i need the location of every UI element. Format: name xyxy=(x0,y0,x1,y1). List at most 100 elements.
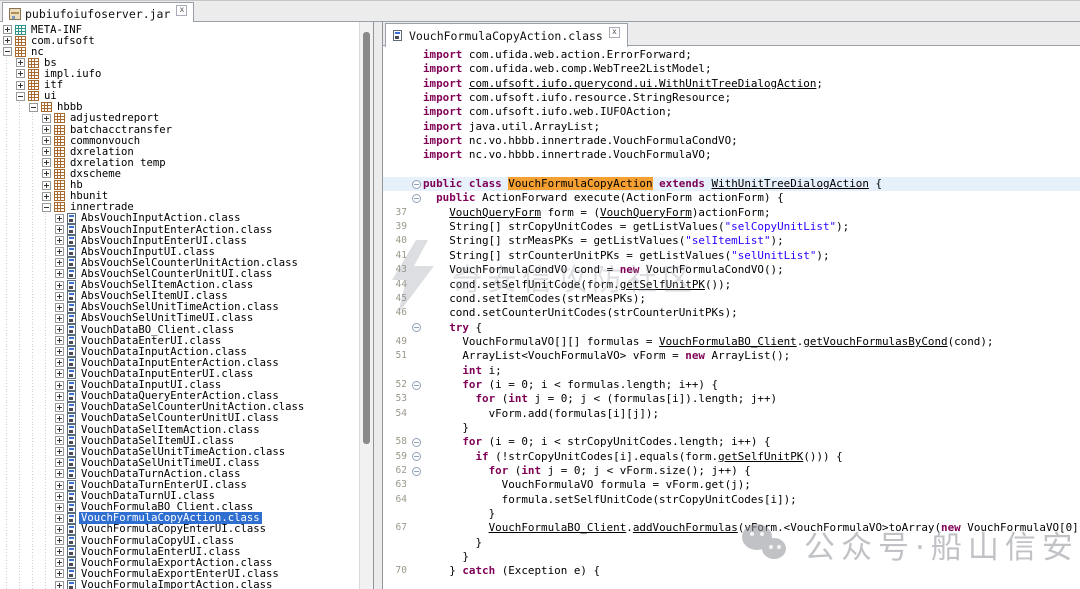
fold-collapse-icon[interactable] xyxy=(412,180,421,189)
tree-item[interactable]: dxrelation xyxy=(2,146,359,157)
close-icon[interactable]: x xyxy=(176,5,187,16)
tree-item[interactable]: VouchDataSelCounterUnitUI.class xyxy=(2,413,359,424)
expand-icon[interactable] xyxy=(16,81,25,90)
tree-item[interactable]: AbsVouchSelCounterUnitAction.class xyxy=(2,257,359,268)
tree-item[interactable]: dxscheme xyxy=(2,168,359,179)
tree-item[interactable]: VouchDataInputUI.class xyxy=(2,380,359,391)
tree-scrollbar-thumb[interactable] xyxy=(363,32,370,444)
tree-item[interactable]: AbsVouchSelUnitTimeAction.class xyxy=(2,302,359,313)
tree-item[interactable]: VouchFormulaCopyEnterUI.class xyxy=(2,524,359,535)
expand-icon[interactable] xyxy=(55,514,64,523)
decompiler-link[interactable]: addVouchFormulas xyxy=(633,521,738,534)
tree-item[interactable]: hbbb xyxy=(2,102,359,113)
expand-icon[interactable] xyxy=(55,503,64,512)
tree-item[interactable]: VouchDataBO_Client.class xyxy=(2,324,359,335)
expand-icon[interactable] xyxy=(55,381,64,390)
tree-item[interactable]: bs xyxy=(2,57,359,68)
expand-icon[interactable] xyxy=(55,225,64,234)
tree-item[interactable]: VouchDataSelItemUI.class xyxy=(2,435,359,446)
expand-icon[interactable] xyxy=(55,447,64,456)
expand-icon[interactable] xyxy=(55,403,64,412)
decompiler-link[interactable]: getSelfUnitPK xyxy=(620,278,705,291)
collapse-icon[interactable] xyxy=(3,47,12,56)
tree-item[interactable]: VouchFormulaImportAction.class xyxy=(2,579,359,589)
tree-item[interactable]: AbsVouchSelItemAction.class xyxy=(2,280,359,291)
tree-item[interactable]: hbunit xyxy=(2,191,359,202)
expand-icon[interactable] xyxy=(42,136,51,145)
expand-icon[interactable] xyxy=(55,347,64,356)
expand-icon[interactable] xyxy=(55,358,64,367)
fold-collapse-icon[interactable] xyxy=(412,323,421,332)
tree-item[interactable]: META-INF xyxy=(2,24,359,35)
expand-icon[interactable] xyxy=(55,236,64,245)
tree-item[interactable]: VouchDataInputEnterUI.class xyxy=(2,368,359,379)
tree-item[interactable]: batchacctransfer xyxy=(2,124,359,135)
tree-item[interactable]: adjustedreport xyxy=(2,113,359,124)
tree-item[interactable]: innertrade xyxy=(2,202,359,213)
decompiler-link[interactable]: getVouchFormulasByCond xyxy=(803,335,947,348)
decompiler-link[interactable]: WithUnitTreeDialogAction xyxy=(712,177,869,190)
collapse-icon[interactable] xyxy=(29,103,38,112)
tree-item[interactable]: VouchDataQueryEnterAction.class xyxy=(2,391,359,402)
expand-icon[interactable] xyxy=(55,469,64,478)
tree-item[interactable]: VouchDataEnterUI.class xyxy=(2,335,359,346)
tree-item[interactable]: VouchFormulaBO_Client.class xyxy=(2,502,359,513)
tree-item[interactable]: VouchDataSelUnitTimeAction.class xyxy=(2,446,359,457)
expand-icon[interactable] xyxy=(16,58,25,67)
expand-icon[interactable] xyxy=(42,181,51,190)
tree-item[interactable]: VouchFormulaExportAction.class xyxy=(2,557,359,568)
tree-item[interactable]: VouchDataInputEnterAction.class xyxy=(2,357,359,368)
tree-item[interactable]: hb xyxy=(2,180,359,191)
expand-icon[interactable] xyxy=(42,147,51,156)
tree-item[interactable]: itf xyxy=(2,80,359,91)
expand-icon[interactable] xyxy=(55,569,64,578)
collapse-icon[interactable] xyxy=(42,203,51,212)
expand-icon[interactable] xyxy=(55,425,64,434)
tree-item[interactable]: VouchDataTurnUI.class xyxy=(2,491,359,502)
tree-item[interactable]: dxrelation temp xyxy=(2,157,359,168)
expand-icon[interactable] xyxy=(55,292,64,301)
expand-icon[interactable] xyxy=(55,392,64,401)
tree-item[interactable]: VouchDataTurnAction.class xyxy=(2,468,359,479)
expand-icon[interactable] xyxy=(55,258,64,267)
tree-item[interactable]: VouchDataSelUnitTimeUI.class xyxy=(2,457,359,468)
expand-icon[interactable] xyxy=(55,481,64,490)
tree-item[interactable]: AbsVouchInputUI.class xyxy=(2,246,359,257)
expand-icon[interactable] xyxy=(55,314,64,323)
expand-icon[interactable] xyxy=(55,214,64,223)
decompiler-link[interactable]: getSelfUnitPK xyxy=(718,450,803,463)
expand-icon[interactable] xyxy=(42,158,51,167)
expand-icon[interactable] xyxy=(55,436,64,445)
decompiler-link[interactable]: VouchFormulaBO_Client xyxy=(489,521,627,534)
tree-item[interactable]: VouchFormulaExportEnterUI.class xyxy=(2,568,359,579)
expand-icon[interactable] xyxy=(55,525,64,534)
expand-icon[interactable] xyxy=(55,281,64,290)
expand-icon[interactable] xyxy=(55,536,64,545)
tree-item[interactable]: VouchDataSelCounterUnitAction.class xyxy=(2,402,359,413)
expand-icon[interactable] xyxy=(42,125,51,134)
tree-item[interactable]: VouchDataTurnEnterUI.class xyxy=(2,479,359,490)
tree-item[interactable]: AbsVouchInputAction.class xyxy=(2,213,359,224)
expand-icon[interactable] xyxy=(55,325,64,334)
expand-icon[interactable] xyxy=(55,269,64,278)
decompiler-link[interactable]: VouchQueryForm xyxy=(449,206,541,219)
tree-item[interactable]: AbsVouchInputEnterAction.class xyxy=(2,224,359,235)
expand-icon[interactable] xyxy=(3,25,12,34)
fold-collapse-icon[interactable] xyxy=(412,452,421,461)
expand-icon[interactable] xyxy=(42,192,51,201)
tree-item[interactable]: ui xyxy=(2,91,359,102)
decompiler-link[interactable]: VouchFormulaBO_Client xyxy=(659,335,797,348)
tree-item[interactable]: VouchDataInputAction.class xyxy=(2,346,359,357)
expand-icon[interactable] xyxy=(16,69,25,78)
close-icon[interactable]: x xyxy=(609,27,620,38)
decompiler-link[interactable]: com.ufsoft.iufo.querycond.ui.WithUnitTre… xyxy=(469,77,817,90)
expand-icon[interactable] xyxy=(55,369,64,378)
expand-icon[interactable] xyxy=(55,581,64,589)
tree-item[interactable]: VouchFormulaEnterUI.class xyxy=(2,546,359,557)
fold-collapse-icon[interactable] xyxy=(412,381,421,390)
collapse-icon[interactable] xyxy=(16,92,25,101)
expand-icon[interactable] xyxy=(55,547,64,556)
expand-icon[interactable] xyxy=(55,458,64,467)
tree-scrollbar[interactable] xyxy=(359,22,373,589)
tree-item[interactable]: VouchDataSelItemAction.class xyxy=(2,424,359,435)
